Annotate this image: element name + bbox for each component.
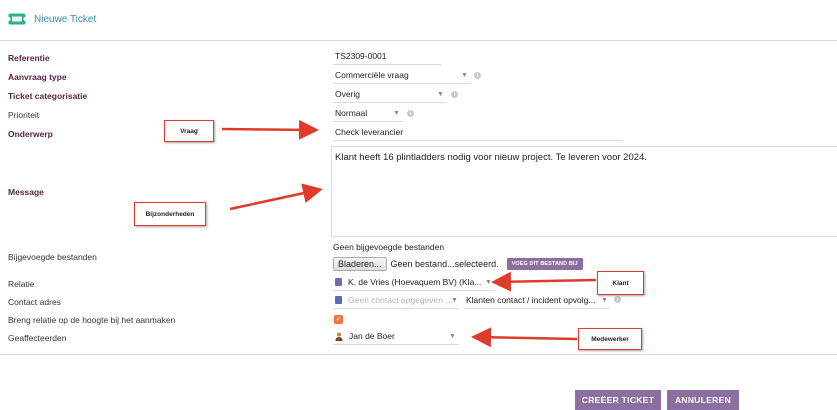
notify-label: Breng relatie op de hoogte bij het aanma…	[8, 315, 176, 325]
ticket-categorisatie-value: Overig	[335, 89, 361, 99]
message-value: Klant heeft 16 plintladders nodig voor n…	[335, 152, 647, 163]
onderwerp-label: Onderwerp	[8, 129, 53, 139]
contact-card-icon	[335, 296, 342, 304]
aanvraag-type-value: Commerciële vraag	[335, 70, 409, 80]
contact-adres-label: Contact adres	[8, 297, 61, 307]
user-icon	[335, 332, 343, 341]
page-title: Nieuwe Ticket	[34, 13, 97, 25]
annotation-klant: Klant	[597, 271, 644, 295]
building-icon	[335, 278, 342, 286]
create-ticket-button[interactable]: CREËER TICKET	[575, 390, 661, 410]
contact-role-select[interactable]: Klanten contact / incident opvolg... ▼	[464, 292, 609, 309]
chevron-down-icon: ▼	[393, 109, 400, 117]
annotation-bijzonderheden: Bijzonderheden	[134, 202, 206, 226]
referentie-input[interactable]: TS2309-0001	[333, 48, 441, 65]
chevron-down-icon: ▼	[461, 71, 468, 79]
relatie-value: K. de Vries (Hoevaquem BV) (Kla...	[348, 277, 482, 287]
check-icon: ✓	[335, 316, 342, 323]
bijgevoegde-bestanden-label: Bijgevoegde bestanden	[8, 252, 97, 262]
page-header: Nieuwe Ticket	[8, 10, 96, 28]
onderwerp-value: Check leverancier	[335, 127, 404, 137]
footer-divider	[0, 354, 837, 355]
aanvraag-type-label: Aanvraag type	[8, 72, 67, 82]
ticket-categorisatie-select[interactable]: Overig ▼	[333, 86, 447, 103]
referentie-label: Referentie	[8, 53, 50, 63]
arrow-medewerker	[471, 327, 578, 348]
cancel-button[interactable]: ANNULEREN	[667, 390, 739, 410]
aanvraag-type-select[interactable]: Commerciële vraag ▼	[333, 67, 471, 84]
chevron-down-icon: ▼	[437, 90, 444, 98]
info-icon[interactable]: i	[614, 296, 621, 303]
notify-checkbox[interactable]: ✓	[334, 315, 343, 324]
annotation-vraag: Vraag	[164, 120, 214, 142]
prioriteit-select[interactable]: Normaal ▼	[333, 105, 403, 122]
relatie-label: Relatie	[8, 279, 35, 289]
geaffecteerden-label: Geaffecteerden	[8, 333, 67, 343]
info-icon[interactable]: i	[474, 72, 481, 79]
prioriteit-value: Normaal	[335, 108, 368, 118]
browse-button[interactable]: Bladeren...	[333, 257, 387, 271]
arrow-klant	[491, 271, 597, 292]
file-upload-row: Bladeren... Geen bestand...selecteerd. V…	[333, 257, 583, 271]
ticket-icon	[8, 13, 26, 25]
geaffecteerden-value: Jan de Boer	[349, 331, 395, 341]
chevron-down-icon: ▼	[451, 296, 458, 304]
message-label: Message	[8, 187, 44, 197]
relatie-select[interactable]: K. de Vries (Hoevaquem BV) (Kla... ▼	[333, 274, 495, 291]
file-status: Geen bestand...selecteerd.	[390, 259, 499, 269]
prioriteit-label: Prioriteit	[8, 110, 40, 120]
arrow-bijzonderheden	[229, 183, 323, 211]
chevron-down-icon: ▼	[601, 296, 608, 304]
onderwerp-input[interactable]: Check leverancier	[333, 124, 623, 141]
chevron-down-icon: ▼	[449, 332, 456, 340]
ticket-categorisatie-label: Ticket categorisatie	[8, 91, 88, 101]
arrow-vraag	[221, 119, 319, 140]
info-icon[interactable]: i	[407, 110, 414, 117]
message-textarea[interactable]: Klant heeft 16 plintladders nodig voor n…	[331, 146, 837, 237]
header-divider	[0, 40, 837, 41]
attach-file-button[interactable]: VOEG DIT BESTAND BIJ	[506, 258, 583, 270]
chevron-down-icon: ▼	[485, 278, 492, 286]
contact-adres-placeholder: Geen contact opgegeven ...	[348, 295, 453, 305]
contact-adres-select[interactable]: Geen contact opgegeven ... ▼	[333, 292, 459, 309]
referentie-value: TS2309-0001	[335, 51, 387, 61]
attachments-status: Geen bijgevoegde bestanden	[333, 242, 445, 252]
info-icon[interactable]: i	[451, 91, 458, 98]
contact-role-value: Klanten contact / incident opvolg...	[466, 295, 596, 305]
geaffecteerden-select[interactable]: Jan de Boer ▼	[333, 328, 459, 345]
annotation-medewerker: Medewerker	[578, 328, 642, 350]
